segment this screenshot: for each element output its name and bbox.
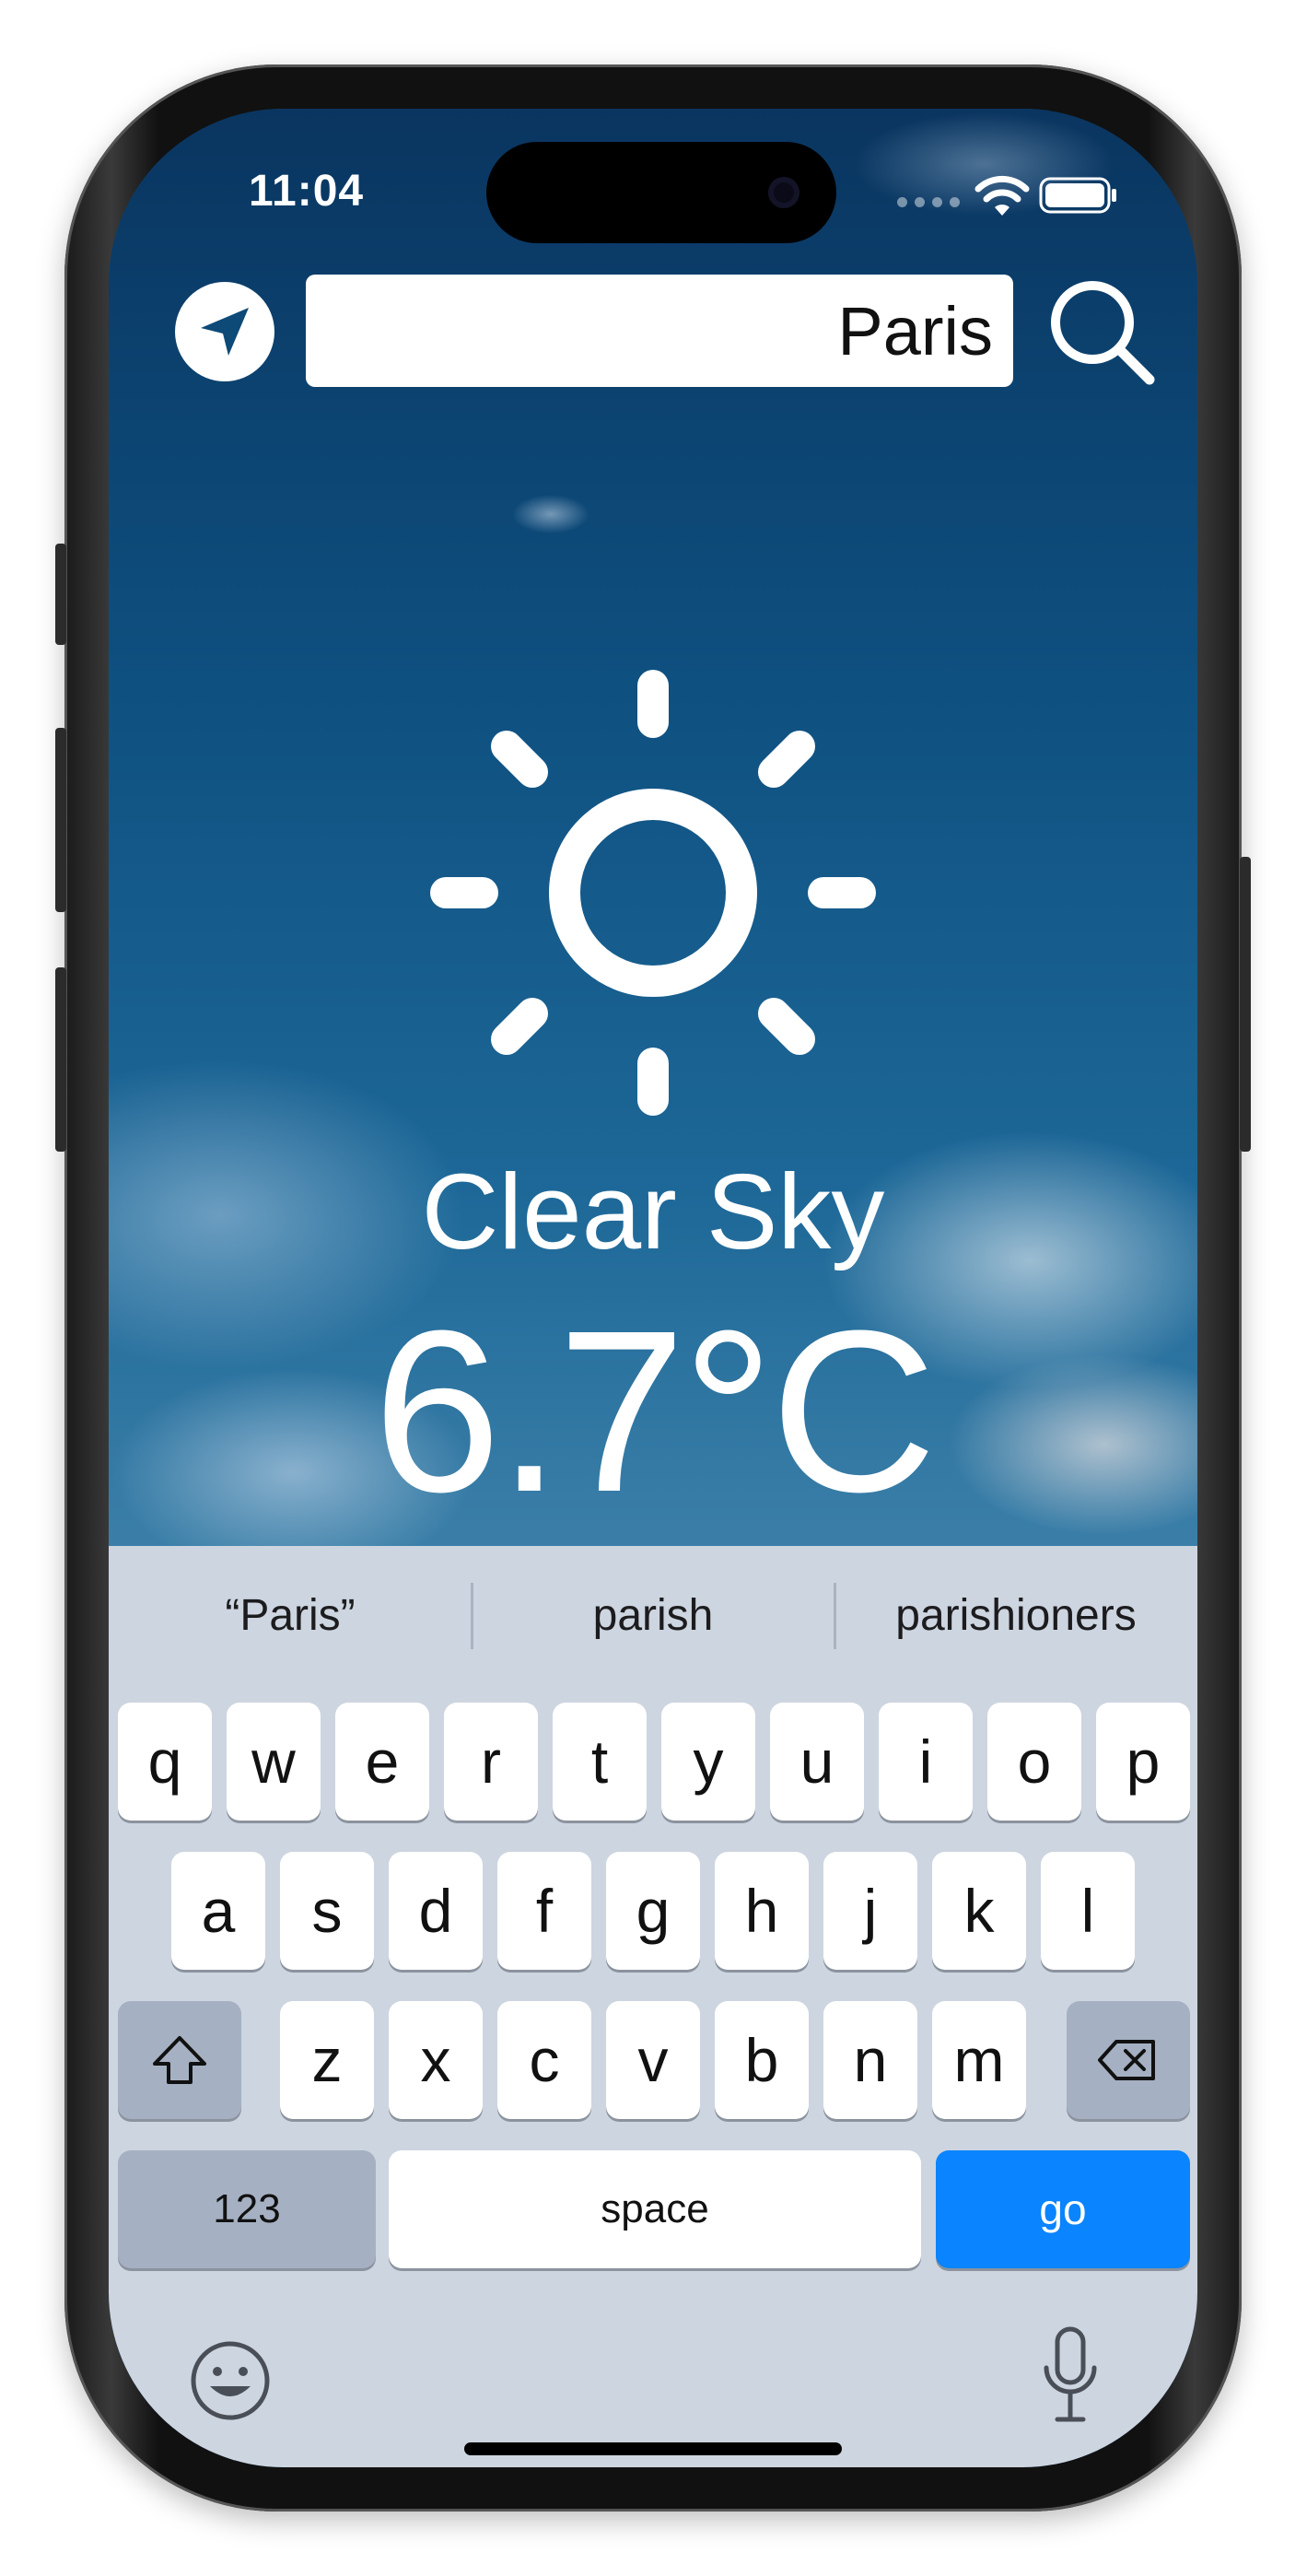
dynamic-island — [486, 142, 836, 243]
suggestion-bar: “Paris” parish parishioners — [109, 1546, 1197, 1684]
key-q[interactable]: q — [118, 1703, 212, 1821]
microphone-icon[interactable] — [1041, 2325, 1100, 2427]
key-n[interactable]: n — [823, 2001, 917, 2119]
sun-icon — [430, 670, 876, 1116]
go-button[interactable]: go — [936, 2150, 1190, 2268]
key-j[interactable]: j — [823, 1852, 917, 1970]
key-g[interactable]: g — [606, 1852, 700, 1970]
current-location-button[interactable] — [175, 282, 274, 381]
key-d[interactable]: d — [389, 1852, 483, 1970]
key-x[interactable]: x — [389, 2001, 483, 2119]
space-bar[interactable]: space — [389, 2150, 921, 2268]
power-button — [1240, 857, 1251, 1152]
key-b[interactable]: b — [715, 2001, 809, 2119]
key-i[interactable]: i — [879, 1703, 973, 1821]
key-v[interactable]: v — [606, 2001, 700, 2119]
key-a[interactable]: a — [171, 1852, 265, 1970]
suggestion-item[interactable]: parish — [472, 1546, 834, 1684]
home-indicator[interactable] — [464, 2442, 842, 2455]
search-icon[interactable] — [1044, 275, 1161, 391]
battery-icon — [1039, 177, 1116, 214]
suggestion-item[interactable]: parishioners — [834, 1546, 1197, 1684]
shift-icon — [153, 2036, 206, 2084]
temperature-value: 6.7°C — [372, 1282, 937, 1540]
backspace-icon — [1098, 2040, 1155, 2080]
key-y[interactable]: y — [661, 1703, 755, 1821]
status-time: 11:04 — [249, 167, 365, 216]
search-input[interactable]: Paris — [306, 275, 1013, 387]
keyboard: “Paris” parish parishioners q w e r t y … — [109, 1546, 1197, 2467]
key-h[interactable]: h — [715, 1852, 809, 1970]
key-t[interactable]: t — [553, 1703, 647, 1821]
key-k[interactable]: k — [932, 1852, 1026, 1970]
location-arrow-icon — [201, 308, 249, 356]
key-m[interactable]: m — [932, 2001, 1026, 2119]
front-camera — [768, 177, 799, 208]
screen: 11:04 Paris Clear Sky 6.7°C “Paris” pari… — [109, 109, 1197, 2467]
wifi-icon — [974, 175, 1030, 216]
key-w[interactable]: w — [227, 1703, 321, 1821]
shift-key[interactable] — [118, 2001, 241, 2119]
emoji-icon[interactable] — [188, 2338, 273, 2423]
volume-up-button — [55, 728, 66, 912]
suggestion-item[interactable]: “Paris” — [109, 1546, 472, 1684]
search-input-value: Paris — [837, 292, 993, 369]
action-button — [55, 544, 66, 645]
key-s[interactable]: s — [280, 1852, 374, 1970]
key-l[interactable]: l — [1041, 1852, 1135, 1970]
key-u[interactable]: u — [770, 1703, 864, 1821]
delete-key[interactable] — [1067, 2001, 1190, 2119]
key-z[interactable]: z — [280, 2001, 374, 2119]
key-f[interactable]: f — [497, 1852, 591, 1970]
numbers-key[interactable]: 123 — [118, 2150, 376, 2268]
weather-description: Clear Sky — [421, 1152, 885, 1271]
key-r[interactable]: r — [444, 1703, 538, 1821]
key-o[interactable]: o — [987, 1703, 1081, 1821]
key-p[interactable]: p — [1096, 1703, 1190, 1821]
signal-icon — [897, 197, 960, 207]
key-c[interactable]: c — [497, 2001, 591, 2119]
volume-down-button — [55, 967, 66, 1152]
key-e[interactable]: e — [335, 1703, 429, 1821]
